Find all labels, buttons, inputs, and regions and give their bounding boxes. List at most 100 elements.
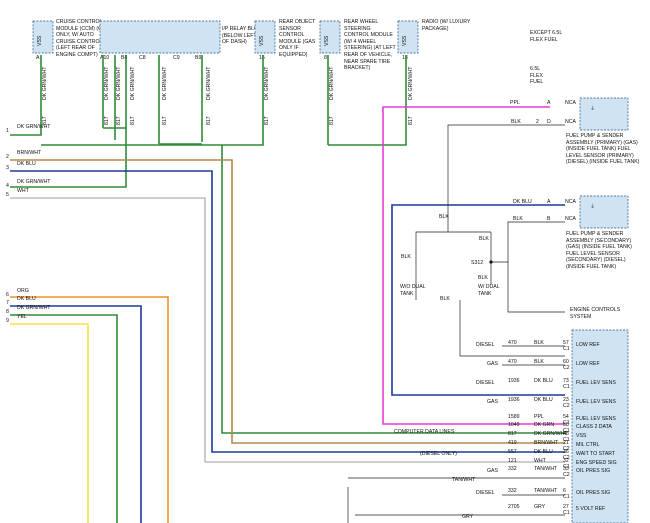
rws-wire-circuit: 817 xyxy=(329,116,335,125)
splice-blk-2: BLK xyxy=(479,236,489,242)
gry-note: GRY xyxy=(462,514,474,520)
left-wire-number: 2 xyxy=(6,154,9,160)
pcm-row-color: BLK xyxy=(534,340,544,346)
relay-circuit-3: 817 xyxy=(130,116,136,125)
pcm-row-circuit: 1936 xyxy=(508,397,520,403)
pcm-row-circuit: 1049 xyxy=(508,422,520,428)
cruise-wire-color: DK GRN/WHT xyxy=(42,66,48,100)
pcm-row-circuit: 332 xyxy=(508,466,517,472)
radio-pin: 13 xyxy=(402,55,408,61)
left-wire-number: 5 xyxy=(6,192,9,198)
nca-2: NCA xyxy=(565,119,576,125)
relay-pin-a10: A10 xyxy=(100,55,109,61)
pin-2-label: 2 xyxy=(536,119,539,125)
pcm-row-function: MIL CTRL xyxy=(576,442,600,448)
pin-d-label: D xyxy=(547,119,551,125)
pcm-row-circuit: 419 xyxy=(508,440,517,446)
relay-wire-a10-color: DK GRN/WHT xyxy=(104,66,110,100)
pcm-row-circuit: 557 xyxy=(508,449,517,455)
pcm-row-color: GRY xyxy=(534,504,546,510)
relay-circuit-4: 817 xyxy=(162,116,168,125)
dk-blu-wire xyxy=(10,170,565,453)
fp-secondary-label: FUEL PUMP & SENDER ASSEMBLY (SECONDARY) … xyxy=(566,231,632,270)
splice-dot xyxy=(489,260,493,264)
w-dual-tank-label: W/ DUAL TANK xyxy=(478,284,500,297)
svg-text:⏚: ⏚ xyxy=(590,203,595,210)
pcm-row-color: BLK xyxy=(534,359,544,365)
pcm-row-circuit: 470 xyxy=(508,340,517,346)
pcm-row-circuit: 1589 xyxy=(508,414,520,420)
rws-pin: 8 xyxy=(324,55,327,61)
left-wire-number: 4 xyxy=(6,183,9,189)
pcm-row-color: TAN/WHT xyxy=(534,466,558,472)
left-wire-label: DK GRN/WHT xyxy=(17,124,51,130)
pcm-row-color: DK BLU xyxy=(534,378,553,384)
radio-label: RADIO (W/ LUXURY PACKAGE) xyxy=(422,19,471,32)
blk-label-2: BLK xyxy=(513,216,523,222)
pcm-row-function: 5 VOLT REF xyxy=(576,506,605,512)
pin-a-label: A xyxy=(547,100,551,106)
radio-wire-circuit: 817 xyxy=(408,116,414,125)
ros-label: REAR OBJECT SENSOR CONTROL MODULE (GAS O… xyxy=(279,19,316,58)
pcm-row-function: LOW REF xyxy=(576,361,600,367)
pcm-row-function: CLASS 2 DATA xyxy=(576,424,612,430)
pcm-row-connector: C1 xyxy=(563,494,570,500)
yel-wire xyxy=(10,323,89,523)
pcm-row-connector: C2 xyxy=(563,403,570,409)
pcm-row-color: DK BLU xyxy=(534,449,553,455)
pcm-row-color: BRN/WHT xyxy=(534,440,559,446)
splice-blk-1: BLK xyxy=(439,214,449,220)
pcm-row-variant: GAS xyxy=(487,361,498,367)
relay-circuit-2: 817 xyxy=(116,116,122,125)
pcm-row-function: WAIT TO START xyxy=(576,451,616,457)
engine-controls-label: ENGINE CONTROLS SYSTEM xyxy=(570,307,621,320)
left-wire-number: 8 xyxy=(6,309,9,315)
left-wire-label: DK BLU xyxy=(17,161,36,167)
fuel-pump-primary: ⏚ FUEL PUMP & SENDER ASSEMBLY (PRIMARY) … xyxy=(566,97,640,166)
relay-wire-c9-color: DK GRN/WHT xyxy=(162,66,168,100)
svg-text:VSS: VSS xyxy=(402,35,408,46)
relay-wire-c8-color: DK GRN/WHT xyxy=(130,66,136,100)
pcm-row-function: LOW REF xyxy=(576,342,600,348)
left-wire-number: 9 xyxy=(6,318,9,324)
pcm-row-connector: C1 xyxy=(563,510,570,516)
left-wire-label: DK GRN/WHT xyxy=(17,305,51,311)
relay-wire-b8-color: DK GRN/WHT xyxy=(116,66,122,100)
ros-pin: 15 xyxy=(259,55,265,61)
pcm-row-variant: GAS xyxy=(487,468,498,474)
left-wire-number: 1 xyxy=(6,128,9,134)
left-wire-label: BRN/WHT xyxy=(17,150,42,156)
pcm-row-function: FUEL LEV SENS xyxy=(576,416,616,422)
blk-label: BLK xyxy=(511,119,521,125)
fuel-pump-secondary: ⏚ FUEL PUMP & SENDER ASSEMBLY (SECONDARY… xyxy=(566,195,632,270)
pcm-row-circuit: 2705 xyxy=(508,504,520,510)
pcm-row-color: PPL xyxy=(534,414,544,420)
dk-blu-fuel-wire xyxy=(391,204,565,396)
pcm-row-circuit: 470 xyxy=(508,359,517,365)
dk-blu-wire-2 xyxy=(10,305,142,523)
rws-wire-color: DK GRN/WHT xyxy=(329,66,335,100)
left-wire-label: ORG xyxy=(17,288,29,294)
splice-blk-4: BLK xyxy=(478,275,488,281)
left-wire-number: 7 xyxy=(6,300,9,306)
pcm-row-function: ENG SPEED SIG xyxy=(576,460,617,466)
pin-a2-label: A xyxy=(547,199,551,205)
left-wire-label: YEL xyxy=(17,314,27,320)
pcm-row-circuit: 1936 xyxy=(508,378,520,384)
pcm-row-connector: C1 xyxy=(563,384,570,390)
svg-text:VSS: VSS xyxy=(37,35,43,46)
pcm-row-connector: C2 xyxy=(563,472,570,478)
relay-circuit-1: 817 xyxy=(104,116,110,125)
left-wire-labels: 1 DK GRN/WHT 2 BRN/WHT 3 DK BLU 4 DK GRN/WHT 5 WH… xyxy=(6,124,51,324)
pcm-row-circuit: 121 xyxy=(508,458,517,464)
ppl-label: PPL xyxy=(510,100,520,106)
left-wire-number: 3 xyxy=(6,165,9,171)
cruise-pin: A xyxy=(36,55,40,61)
svg-text:⏚: ⏚ xyxy=(590,105,595,112)
pcm-row-variant: (DIESEL ONLY) xyxy=(420,451,457,457)
left-wire-label: DK GRN/WHT xyxy=(17,179,51,185)
pcm-row-connector: C2 xyxy=(563,365,570,371)
fp-primary-label: FUEL PUMP & SENDER ASSEMBLY (PRIMARY) (G… xyxy=(566,133,640,166)
nca-3: NCA xyxy=(565,199,576,205)
pcm-row-variant: GAS xyxy=(487,399,498,405)
